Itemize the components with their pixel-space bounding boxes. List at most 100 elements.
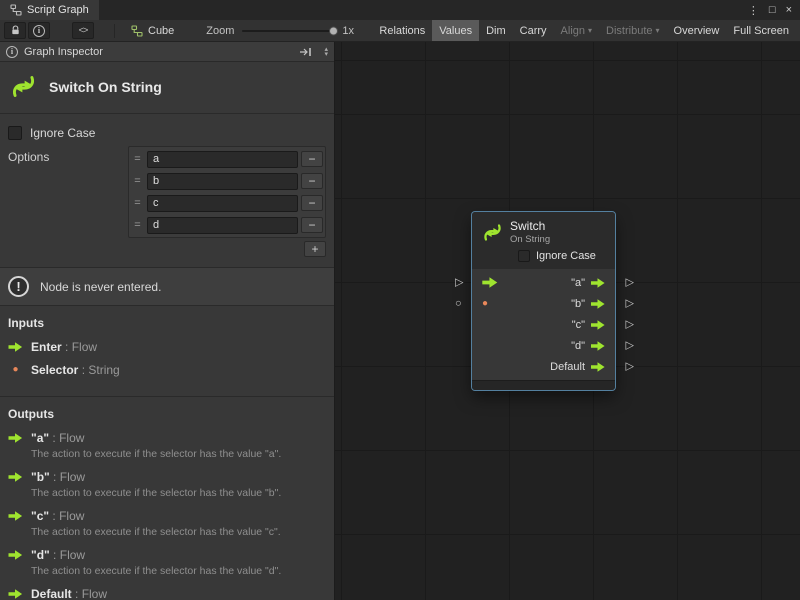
output-name: "b" <box>31 470 50 484</box>
option-input[interactable] <box>147 151 298 168</box>
ignore-case-label: Ignore Case <box>30 126 95 140</box>
node-port-row-b: ○ ● "b" ▷ <box>472 293 615 314</box>
zoom-value: 1x <box>342 25 354 37</box>
port-c-triangle-icon[interactable]: ▷ <box>626 319 634 330</box>
port-label: "b" <box>571 298 585 310</box>
scroll-down-icon[interactable]: ▾ <box>324 52 328 57</box>
output-type: Flow <box>60 470 85 484</box>
input-name: Selector <box>31 363 78 377</box>
port-b-triangle-icon[interactable]: ▷ <box>626 298 634 309</box>
flow-port-icon[interactable] <box>591 362 605 372</box>
remove-option-button[interactable]: − <box>301 195 323 211</box>
flow-port-icon[interactable] <box>591 320 605 330</box>
dock-panel-icon[interactable] <box>299 47 312 57</box>
node-ignore-case-label: Ignore Case <box>536 250 596 262</box>
option-input[interactable] <box>147 195 298 212</box>
flow-port-icon[interactable] <box>591 299 605 309</box>
node-ignore-case-checkbox[interactable] <box>518 250 530 262</box>
options-row: Options = − = − <box>8 146 326 259</box>
node-settings-section: Ignore Case Options = − = <box>0 114 334 263</box>
flow-port-icon[interactable] <box>591 278 605 288</box>
toolbar-buttons: Relations Values Dim Carry Align ▾ Distr… <box>372 20 796 41</box>
info-toggle-icon[interactable]: i <box>28 22 50 39</box>
output-description: The action to execute if the selector ha… <box>31 487 326 499</box>
switch-on-string-node[interactable]: Switch On String Ignore Case ▷ "a" <box>472 212 615 390</box>
window-controls: ⋮ □ × <box>740 0 800 20</box>
drag-handle-icon[interactable]: = <box>131 197 144 209</box>
flow-port-icon <box>8 511 23 521</box>
zoom-slider-knob[interactable] <box>329 26 338 35</box>
zoom-slider[interactable] <box>242 30 334 32</box>
input-item-selector: ● Selector : String <box>8 363 326 377</box>
inspector-header-title: Graph Inspector <box>24 46 103 58</box>
drag-handle-icon[interactable]: = <box>131 175 144 187</box>
node-port-row-a: ▷ "a" ▷ <box>472 272 615 293</box>
port-default-triangle-icon[interactable]: ▷ <box>626 361 634 372</box>
info-icon: i <box>6 46 18 58</box>
fullscreen-button[interactable]: Full Screen <box>726 20 796 41</box>
breadcrumb[interactable]: Cube <box>125 25 180 37</box>
values-button[interactable]: Values <box>432 20 479 41</box>
ignore-case-row[interactable]: Ignore Case <box>8 122 326 146</box>
align-button[interactable]: Align ▾ <box>554 20 599 41</box>
node-ignore-case-row[interactable]: Ignore Case <box>472 247 615 269</box>
menu-kebab-icon[interactable]: ⋮ <box>748 4 759 17</box>
option-input[interactable] <box>147 217 298 234</box>
inputs-header: Inputs <box>8 316 326 330</box>
drag-handle-icon[interactable]: = <box>131 219 144 231</box>
maximize-icon[interactable]: □ <box>769 4 776 16</box>
option-row: = − <box>131 149 323 169</box>
tab-title: Script Graph <box>27 4 89 16</box>
close-icon[interactable]: × <box>786 4 792 16</box>
selector-port-circle-icon[interactable]: ○ <box>455 298 462 309</box>
relations-button[interactable]: Relations <box>372 20 432 41</box>
tab-script-graph[interactable]: Script Graph <box>0 0 99 20</box>
cube-graph-icon <box>131 25 143 37</box>
dim-button[interactable]: Dim <box>479 20 513 41</box>
switch-on-string-icon <box>10 73 37 100</box>
node-footer <box>472 380 615 390</box>
option-row: = − <box>131 193 323 213</box>
option-input[interactable] <box>147 173 298 190</box>
output-item-default: Default : Flow <box>8 587 326 600</box>
flow-port-icon[interactable] <box>591 341 605 351</box>
enter-port-triangle-icon[interactable]: ▷ <box>455 277 463 288</box>
remove-option-button[interactable]: − <box>301 217 323 233</box>
separator: : <box>49 431 59 445</box>
node-subtitle: On String <box>510 234 550 245</box>
flow-port-icon <box>8 472 23 482</box>
scrollbar-arrows[interactable]: ▴ ▾ <box>324 47 328 57</box>
options-label: Options <box>8 146 49 257</box>
caret-down-icon: ▾ <box>588 26 592 35</box>
warning-icon: ! <box>8 276 29 297</box>
output-name: "a" <box>31 431 49 445</box>
enter-flow-icon[interactable] <box>482 277 498 288</box>
align-label: Align <box>561 25 585 37</box>
carry-button[interactable]: Carry <box>513 20 554 41</box>
dock-glyph <box>299 47 312 57</box>
overview-button[interactable]: Overview <box>667 20 727 41</box>
node-header[interactable]: Switch On String <box>472 212 615 247</box>
separator: : <box>62 340 72 354</box>
distribute-button[interactable]: Distribute ▾ <box>599 20 666 41</box>
unity-script-graph-window: Script Graph ⋮ □ × i <> Cu <box>0 0 800 600</box>
remove-option-button[interactable]: − <box>301 173 323 189</box>
graph-canvas[interactable]: Switch On String Ignore Case ▷ "a" <box>335 42 800 600</box>
window-tab-bar: Script Graph ⋮ □ × <box>0 0 800 20</box>
caret-down-icon: ▾ <box>656 26 660 35</box>
code-glyph: <> <box>79 26 88 36</box>
node-port-row-d: "d" ▷ <box>472 335 615 356</box>
remove-option-button[interactable]: − <box>301 151 323 167</box>
port-d-triangle-icon[interactable]: ▷ <box>626 340 634 351</box>
lock-icon[interactable] <box>4 22 26 39</box>
drag-handle-icon[interactable]: = <box>131 153 144 165</box>
add-option-button[interactable]: + <box>304 241 326 257</box>
selector-string-icon[interactable]: ● <box>482 299 488 309</box>
port-a-triangle-icon[interactable]: ▷ <box>626 277 634 288</box>
flow-port-icon <box>8 550 23 560</box>
outputs-section: Outputs "a" : Flow The action to execute… <box>0 397 334 600</box>
node-port-row-c: "c" ▷ <box>472 314 615 335</box>
inspector-title-row: Switch On String <box>0 62 334 114</box>
code-icon[interactable]: <> <box>72 22 94 39</box>
ignore-case-checkbox[interactable] <box>8 126 22 140</box>
